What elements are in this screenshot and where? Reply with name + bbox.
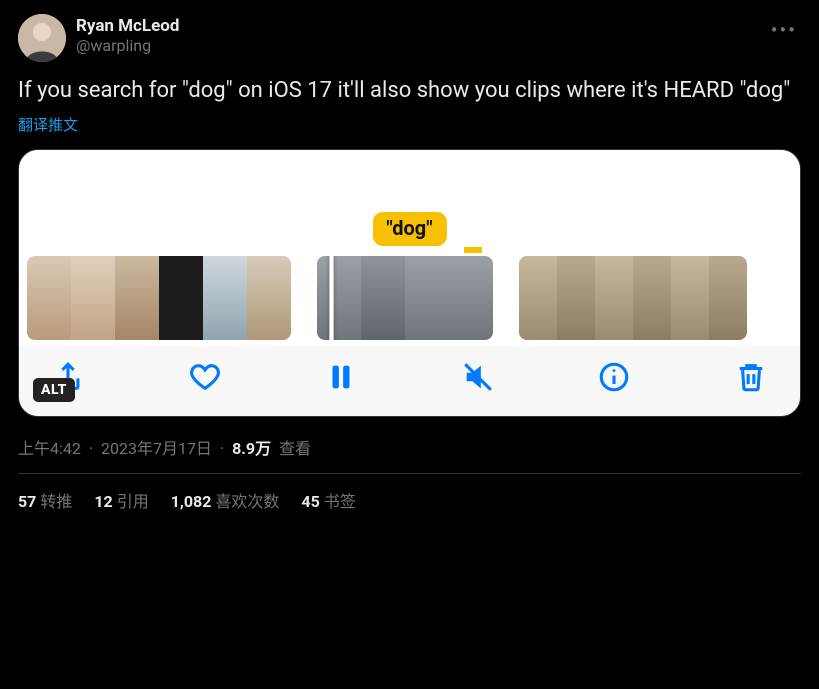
stat-retweets[interactable]: 57转推 <box>18 488 72 512</box>
tweet-header: Ryan McLeod @warpling ••• <box>18 14 801 62</box>
playhead[interactable] <box>329 256 334 340</box>
clip-frame <box>115 256 159 340</box>
clip-frame <box>27 256 71 340</box>
clip-frame <box>159 256 203 340</box>
stat-likes[interactable]: 1,082喜欢次数 <box>171 488 280 512</box>
stat-quotes[interactable]: 12引用 <box>94 488 148 512</box>
tweet-stats: 57转推 12引用 1,082喜欢次数 45书签 <box>18 474 801 518</box>
more-icon[interactable]: ••• <box>767 14 801 46</box>
views-count[interactable]: 8.9万 <box>232 439 271 458</box>
mute-icon[interactable] <box>461 360 495 394</box>
media-toolbar <box>19 346 800 416</box>
search-term-chip: "dog" <box>372 212 446 246</box>
clip-frame <box>203 256 247 340</box>
clip-frame <box>247 256 291 340</box>
chip-tick <box>464 247 482 253</box>
tweet-container: Ryan McLeod @warpling ••• If you search … <box>0 0 819 528</box>
info-icon[interactable] <box>597 360 631 394</box>
media-whitespace: "dog" <box>19 150 800 250</box>
pause-icon[interactable] <box>324 360 358 394</box>
alt-badge[interactable]: ALT <box>33 378 75 402</box>
stat-bookmarks[interactable]: 45书签 <box>301 488 355 512</box>
heart-icon[interactable] <box>188 360 222 394</box>
clip-frame <box>361 256 405 340</box>
display-name[interactable]: Ryan McLeod <box>76 16 179 36</box>
clip-group[interactable] <box>519 256 747 340</box>
clip-frame <box>709 256 747 340</box>
avatar[interactable] <box>18 14 66 62</box>
clip-frame <box>317 256 361 340</box>
trash-icon[interactable] <box>734 360 768 394</box>
clip-frame <box>405 256 449 340</box>
clip-frame <box>449 256 493 340</box>
tweet-meta: 上午4:42 · 2023年7月17日 · 8.9万 查看 <box>18 435 801 459</box>
clip-frame <box>595 256 633 340</box>
media-card[interactable]: "dog" <box>18 149 801 417</box>
clip-frame <box>633 256 671 340</box>
views-label: 查看 <box>279 439 311 458</box>
video-timeline[interactable] <box>19 250 800 346</box>
clip-group[interactable] <box>317 256 493 340</box>
clip-frame <box>671 256 709 340</box>
clip-frame <box>71 256 115 340</box>
clip-frame <box>557 256 595 340</box>
author-names: Ryan McLeod @warpling <box>76 16 179 56</box>
tweet-date[interactable]: 2023年7月17日 <box>101 439 212 458</box>
tweet-time[interactable]: 上午4:42 <box>18 439 81 458</box>
tweet-text: If you search for "dog" on iOS 17 it'll … <box>18 76 801 106</box>
clip-frame <box>519 256 557 340</box>
clip-group[interactable] <box>27 256 291 340</box>
handle[interactable]: @warpling <box>76 36 179 55</box>
translate-link[interactable]: 翻译推文 <box>18 114 801 135</box>
